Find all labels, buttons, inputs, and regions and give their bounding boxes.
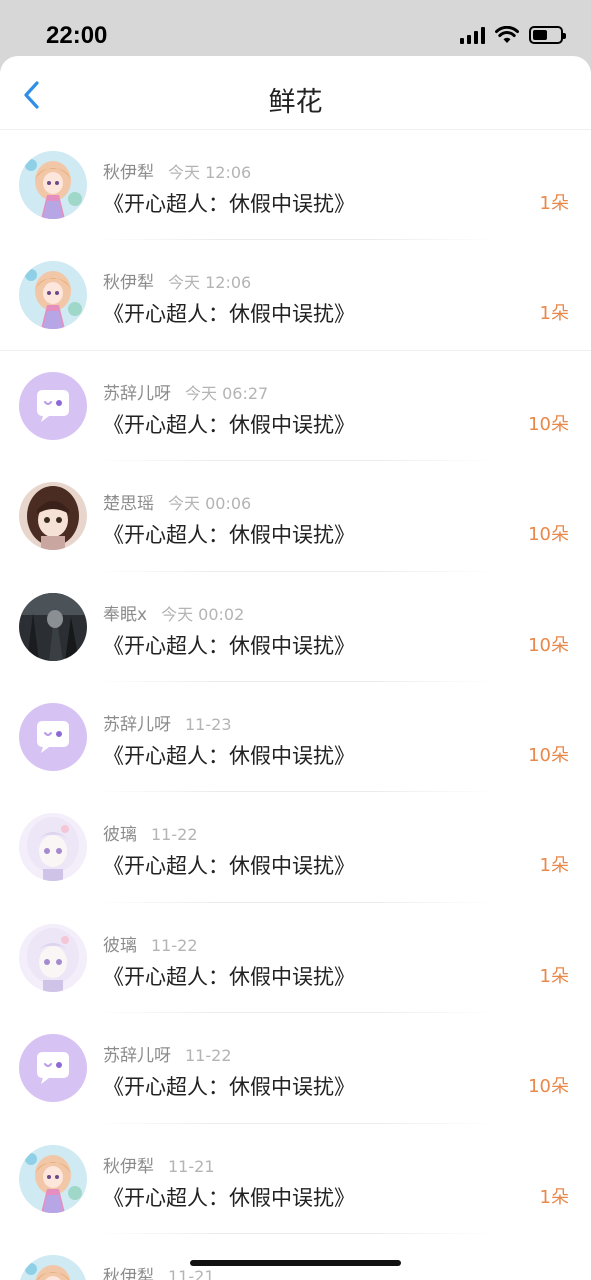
list-item[interactable]: 秋伊犁 11-21 《开心超人：休假中误扰》 1朵: [0, 1124, 591, 1235]
sender-info: 苏辞儿呀 11-22: [103, 1041, 232, 1066]
list-item[interactable]: 楚思瑶 今天 00:06 《开心超人：休假中误扰》 10朵: [0, 461, 591, 572]
flower-record-list[interactable]: 秋伊犁 今天 12:06 《开心超人：休假中误扰》 1朵 秋伊犁 今天 12:06 《开心超…: [0, 130, 591, 1280]
timestamp: 11-22: [151, 935, 198, 955]
sender-name[interactable]: 奉眠x: [103, 605, 147, 625]
flower-count: 10朵: [528, 744, 569, 766]
avatar[interactable]: [19, 702, 87, 771]
flower-count: 1朵: [539, 303, 569, 325]
book-title: 《开心超人：休假中误扰》: [103, 302, 355, 327]
timestamp: 今天 00:02: [161, 604, 245, 624]
page-title: 鲜花: [268, 87, 323, 118]
avatar[interactable]: [19, 371, 87, 440]
list-item[interactable]: 彼璃 11-22 《开心超人：休假中误扰》 1朵: [0, 903, 591, 1014]
avatar[interactable]: [19, 1254, 87, 1280]
flower-count: 10朵: [528, 413, 569, 435]
nav-bar: 鲜花: [0, 56, 591, 130]
sender-info: 彼璃 11-22: [103, 931, 198, 956]
avatar[interactable]: [19, 482, 87, 551]
sender-info: 秋伊犁 今天 12:06: [103, 268, 251, 293]
timestamp: 今天 12:06: [168, 273, 252, 293]
sender-name[interactable]: 秋伊犁: [103, 163, 154, 183]
book-title: 《开心超人：休假中误扰》: [103, 523, 355, 548]
timestamp: 11-22: [151, 825, 198, 845]
cellular-signal-icon: [460, 26, 485, 44]
timestamp: 今天 12:06: [168, 163, 252, 182]
book-title: 《开心超人：休假中误扰》: [103, 964, 355, 989]
avatar[interactable]: [19, 813, 87, 882]
book-title: 《开心超人：休假中误扰》: [103, 192, 355, 216]
list-item[interactable]: 奉眠x 今天 00:02 《开心超人：休假中误扰》 10朵: [0, 572, 591, 683]
avatar[interactable]: [19, 592, 87, 661]
sender-name[interactable]: 彼璃: [103, 825, 137, 845]
sender-name[interactable]: 苏辞儿呀: [103, 384, 171, 404]
sender-info: 彼璃 11-22: [103, 820, 198, 845]
list-item[interactable]: 彼璃 11-22 《开心超人：休假中误扰》 1朵: [0, 792, 591, 904]
list-item[interactable]: 秋伊犁 11-21: [0, 1234, 591, 1280]
list-item[interactable]: 苏辞儿呀 今天 06:27 《开心超人：休假中误扰》 10朵: [0, 351, 591, 462]
timestamp: 今天 00:06: [168, 494, 252, 514]
list-item[interactable]: 苏辞儿呀 11-23 《开心超人：休假中误扰》 10朵: [0, 682, 591, 793]
battery-icon: [529, 26, 566, 44]
list-item[interactable]: 苏辞儿呀 11-22 《开心超人：休假中误扰》 10朵: [0, 1013, 591, 1124]
flower-count: 10朵: [528, 524, 569, 546]
book-title: 《开心超人：休假中误扰》: [103, 633, 355, 658]
book-title: 《开心超人：休假中误扰》: [103, 854, 355, 879]
timestamp: 11-23: [185, 714, 232, 734]
sender-name[interactable]: 彼璃: [103, 936, 137, 956]
sender-info: 奉眠x 今天 00:02: [103, 600, 244, 625]
book-title: 《开心超人：休假中误扰》: [103, 412, 355, 437]
flower-count: 10朵: [528, 1076, 569, 1098]
sender-name[interactable]: 苏辞儿呀: [103, 1046, 171, 1066]
timestamp: 今天 06:27: [185, 383, 269, 403]
sender-info: 秋伊犁 11-21: [103, 1152, 215, 1177]
timestamp: 11-22: [185, 1046, 232, 1066]
avatar[interactable]: [19, 151, 87, 219]
flower-count: 10朵: [528, 634, 569, 656]
sender-name[interactable]: 秋伊犁: [103, 1267, 154, 1280]
flower-count: 1朵: [539, 193, 569, 214]
status-icons: [460, 26, 566, 44]
sender-info: 楚思瑶 今天 00:06: [103, 489, 251, 514]
status-time: 22:00: [46, 22, 108, 49]
book-title: 《开心超人：休假中误扰》: [103, 743, 355, 768]
flower-count: 1朵: [539, 1186, 569, 1208]
wifi-icon: [495, 26, 519, 43]
sender-name[interactable]: 苏辞儿呀: [103, 715, 171, 735]
book-title: 《开心超人：休假中误扰》: [103, 1185, 355, 1210]
avatar[interactable]: [19, 1144, 87, 1213]
sender-name[interactable]: 秋伊犁: [103, 1157, 154, 1177]
avatar[interactable]: [19, 923, 87, 992]
avatar[interactable]: [19, 261, 87, 330]
book-title: 《开心超人：休假中误扰》: [103, 1075, 355, 1100]
sender-name[interactable]: 楚思瑶: [103, 494, 154, 514]
home-indicator[interactable]: [190, 1260, 401, 1266]
timestamp: 11-21: [168, 1156, 215, 1176]
status-bar: 22:00: [0, 0, 591, 56]
sender-info: 苏辞儿呀 11-23: [103, 710, 232, 735]
list-item[interactable]: 秋伊犁 今天 12:06 《开心超人：休假中误扰》 1朵: [0, 240, 591, 352]
flower-count: 1朵: [539, 965, 569, 987]
flower-count: 1朵: [539, 855, 569, 877]
sender-info: 苏辞儿呀 今天 06:27: [103, 379, 268, 404]
list-item[interactable]: 秋伊犁 今天 12:06 《开心超人：休假中误扰》 1朵: [0, 130, 591, 241]
sender-info: 秋伊犁 今天 12:06: [103, 158, 251, 183]
timestamp: 11-21: [168, 1266, 215, 1280]
sender-name[interactable]: 秋伊犁: [103, 273, 154, 293]
avatar[interactable]: [19, 1034, 87, 1103]
